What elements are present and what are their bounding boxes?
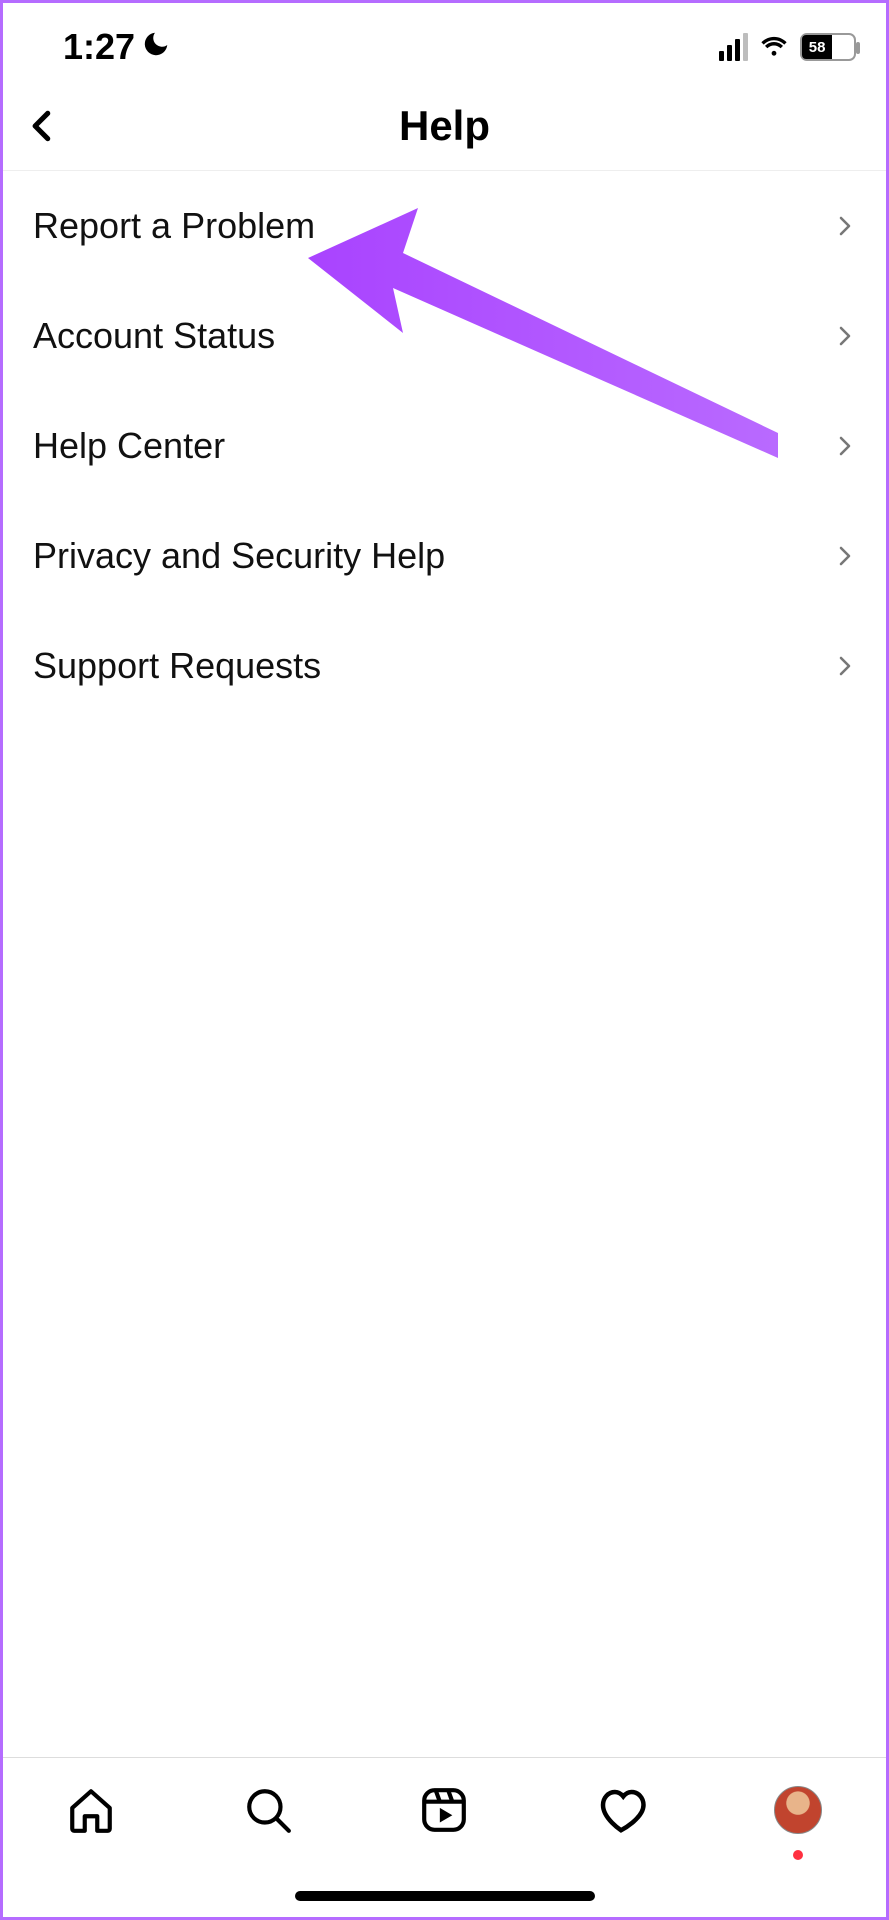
status-bar: 1:27 58 bbox=[3, 3, 886, 81]
home-icon bbox=[66, 1785, 116, 1835]
tab-activity[interactable] bbox=[591, 1780, 651, 1840]
notification-dot-icon bbox=[793, 1850, 803, 1860]
moon-icon bbox=[141, 26, 171, 68]
tab-search[interactable] bbox=[238, 1780, 298, 1840]
status-left: 1:27 bbox=[63, 26, 171, 68]
heart-icon bbox=[594, 1783, 648, 1837]
bottom-tab-bar bbox=[3, 1757, 886, 1917]
chevron-right-icon bbox=[832, 654, 856, 678]
menu-item-label: Support Requests bbox=[33, 645, 321, 687]
profile-avatar-icon bbox=[774, 1786, 822, 1834]
menu-item-label: Help Center bbox=[33, 425, 225, 467]
wifi-icon bbox=[758, 30, 790, 65]
chevron-right-icon bbox=[832, 324, 856, 348]
tab-reels[interactable] bbox=[414, 1780, 474, 1840]
reels-icon bbox=[419, 1785, 469, 1835]
page-title: Help bbox=[399, 102, 490, 150]
tab-profile[interactable] bbox=[768, 1780, 828, 1840]
battery-icon: 58 bbox=[800, 33, 856, 61]
menu-item-label: Account Status bbox=[33, 315, 275, 357]
chevron-right-icon bbox=[832, 544, 856, 568]
back-button[interactable] bbox=[13, 96, 73, 156]
chevron-left-icon bbox=[24, 107, 62, 145]
menu-item-support-requests[interactable]: Support Requests bbox=[33, 611, 856, 721]
nav-header: Help bbox=[3, 81, 886, 171]
chevron-right-icon bbox=[832, 434, 856, 458]
help-menu-list: Report a Problem Account Status Help Cen… bbox=[3, 171, 886, 721]
search-icon bbox=[243, 1785, 293, 1835]
battery-percent: 58 bbox=[802, 35, 832, 59]
status-right: 58 bbox=[719, 30, 856, 65]
menu-item-privacy-security-help[interactable]: Privacy and Security Help bbox=[33, 501, 856, 611]
chevron-right-icon bbox=[832, 214, 856, 238]
cellular-signal-icon bbox=[719, 33, 748, 61]
status-time: 1:27 bbox=[63, 26, 135, 68]
menu-item-label: Privacy and Security Help bbox=[33, 535, 445, 577]
home-indicator bbox=[295, 1891, 595, 1901]
menu-item-help-center[interactable]: Help Center bbox=[33, 391, 856, 501]
menu-item-report-a-problem[interactable]: Report a Problem bbox=[33, 171, 856, 281]
menu-item-account-status[interactable]: Account Status bbox=[33, 281, 856, 391]
menu-item-label: Report a Problem bbox=[33, 205, 315, 247]
tab-home[interactable] bbox=[61, 1780, 121, 1840]
